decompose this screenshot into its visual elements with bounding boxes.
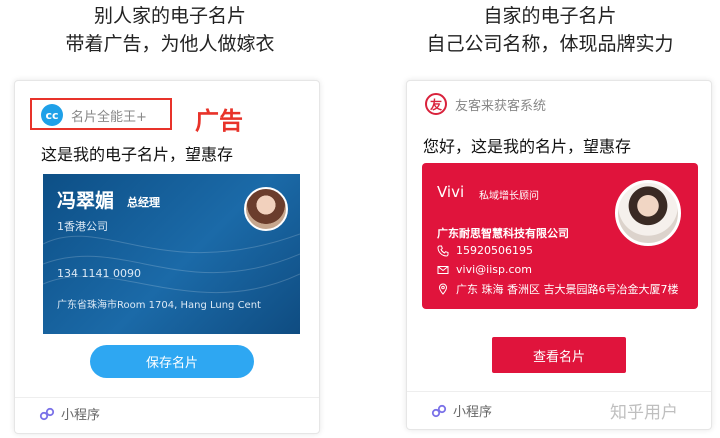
phone-icon [437,245,449,257]
card-title: 私域增长顾问 [479,191,539,202]
cc-logo-icon: cc [41,104,63,126]
card-phone-row: 15920506195 [437,244,533,257]
card-phone: 15920506195 [456,244,533,257]
avatar [615,180,681,246]
location-icon [438,283,448,295]
left-heading-line1: 别人家的电子名片 [93,5,246,27]
card-email: vivi@iisp.com [456,263,532,276]
card-address: 广东省珠海市Room 1704, Hang Lung Cent [57,300,261,311]
mini-program-icon [39,407,55,420]
card-title: 总经理 [127,196,160,209]
mini-program-footer[interactable]: 小程序 [39,404,100,423]
card-phone: 134 1141 0090 [57,267,141,280]
card-name: 冯翠媚 [57,190,115,212]
ad-label: 广告 [195,107,243,135]
right-heading-line2: 自己公司名称，体现品牌实力 [426,33,674,55]
left-greeting: 这是我的电子名片，望惠存 [41,145,234,164]
card-address-row: 广东 珠海 香洲区 吉大景园路6号冶金大厦7楼 [437,281,679,297]
right-greeting: 您好，这是我的名片，望惠存 [423,137,632,156]
ad-brand-text: 名片全能王+ [71,110,147,125]
card-name: Vivi [437,183,465,201]
mini-program-icon [431,404,447,417]
footer-divider [15,397,319,398]
mini-program-label: 小程序 [61,408,101,423]
right-card-header: 友 友客来获客系统 [425,93,546,115]
right-share-card[interactable]: 友 友客来获客系统 您好，这是我的名片，望惠存 Vivi 私域增长顾问 广东耐思… [406,80,712,430]
left-heading-line2: 带着广告，为他人做嫁衣 [65,33,275,55]
left-share-card[interactable]: cc 名片全能王+ 广告 这是我的电子名片，望惠存 冯翠媚 总经理 1香港公司 … [14,80,320,434]
save-card-button[interactable]: 保存名片 [90,345,254,378]
right-heading-line1: 自家的电子名片 [483,5,617,27]
card-company: 广东耐思智慧科技有限公司 [437,227,569,240]
mini-program-label: 小程序 [453,405,493,420]
avatar [244,187,288,231]
card-email-row: vivi@iisp.com [437,263,532,276]
card-address: 广东 珠海 香洲区 吉大景园路6号冶金大厦7楼 [456,283,679,296]
left-business-card[interactable]: 冯翠媚 总经理 1香港公司 134 1141 0090 广东省珠海市Room 1… [43,174,300,334]
mini-program-footer[interactable]: 小程序 [431,401,492,420]
email-icon [437,265,449,274]
card-company: 1香港公司 [57,220,108,233]
left-heading: 别人家的电子名片 带着广告，为他人做嫁衣 [0,2,340,58]
footer-divider [407,391,711,392]
right-business-card[interactable]: Vivi 私域增长顾问 广东耐思智慧科技有限公司 15920506195 viv… [422,163,698,309]
right-brand-text: 友客来获客系统 [455,98,547,114]
watermark: 知乎用户 [610,403,678,423]
view-card-button[interactable]: 查看名片 [492,337,626,373]
you-logo-icon: 友 [425,93,447,115]
right-heading: 自家的电子名片 自己公司名称，体现品牌实力 [380,2,720,58]
